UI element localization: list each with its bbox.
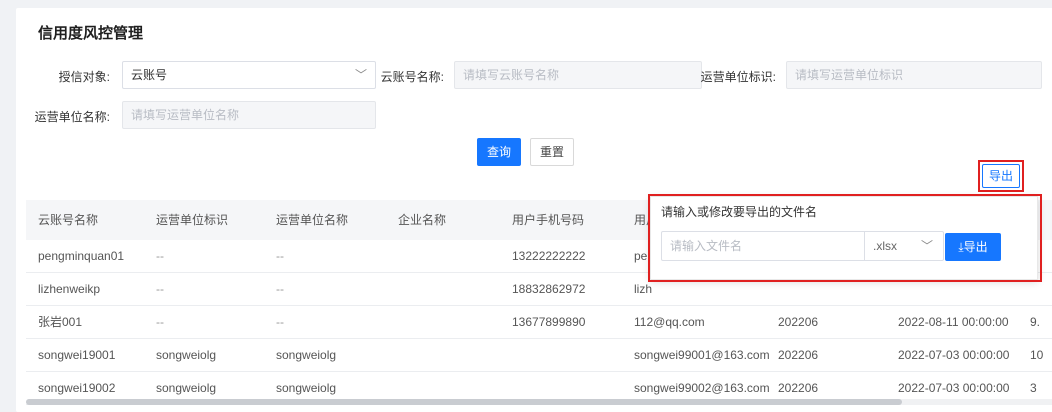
table-row[interactable]: 张岩001 -- -- 13677899890 112@qq.com 20220…	[26, 306, 1052, 339]
cell-account-name: 张岩001	[38, 315, 83, 329]
cell-unit-name: songweiolg	[276, 348, 337, 362]
cell-email: pe	[634, 249, 648, 263]
cell-phone: 13677899890	[512, 315, 586, 329]
cell-unit-id: --	[156, 249, 164, 263]
cell-unit-name: --	[276, 282, 284, 296]
col-company-name: 企业名称	[398, 213, 447, 227]
col-phone: 用户手机号码	[512, 213, 585, 227]
table-row[interactable]: songwei19001 songweiolg songweiolg songw…	[26, 339, 1052, 372]
target-select-value: 云账号	[131, 68, 168, 82]
unit-id-input[interactable]: 请填写运营单位标识	[786, 61, 1042, 89]
cell-period: 202206	[778, 315, 819, 329]
cell-period: 202206	[778, 348, 819, 362]
account-name-label: 云账号名称:	[380, 70, 444, 84]
cell-phone: 13222222222	[512, 249, 586, 263]
col-account-name: 云账号名称	[38, 213, 99, 227]
unit-name-label: 运营单位名称:	[34, 110, 110, 124]
cell-email: songwei99001@163.com	[634, 348, 770, 362]
col-unit-name: 运营单位名称	[276, 213, 349, 227]
target-label: 授信对象:	[58, 70, 110, 84]
query-button[interactable]: 查询	[477, 138, 521, 166]
col-unit-id: 运营单位标识	[156, 213, 229, 227]
chevron-down-icon: ﹀	[354, 68, 367, 82]
cell-account-name: lizhenweikp	[38, 282, 101, 296]
unit-id-label: 运营单位标识:	[700, 70, 776, 84]
cell-email: 112@qq.com	[634, 315, 705, 329]
cell-account-name: songwei19001	[38, 348, 116, 362]
cell-amount: 9.	[1030, 315, 1041, 329]
horizontal-scrollbar[interactable]	[26, 399, 1052, 405]
account-name-input[interactable]: 请填写云账号名称	[454, 61, 702, 89]
cell-unit-id: --	[156, 282, 164, 296]
cell-unit-id: songweiolg	[156, 348, 217, 362]
scrollbar-thumb[interactable]	[26, 399, 902, 405]
cell-unit-name: --	[276, 315, 284, 329]
export-popover-highlight	[648, 194, 1042, 282]
page-title: 信用度风控管理	[38, 25, 144, 42]
export-button-highlight	[978, 160, 1024, 192]
cell-account-name: pengminquan01	[38, 249, 125, 263]
unit-name-input[interactable]: 请填写运营单位名称	[122, 101, 376, 129]
cell-phone: 18832862972	[512, 282, 586, 296]
cell-date: 2022-08-11 00:00:00	[898, 315, 1009, 329]
cell-unit-name: --	[276, 249, 284, 263]
reset-button[interactable]: 重置	[530, 138, 574, 166]
cell-amount: 10	[1030, 348, 1044, 362]
cell-date: 2022-07-03 00:00:00	[898, 348, 1010, 362]
cell-unit-id: --	[156, 315, 164, 329]
target-select[interactable]: 云账号 ﹀	[122, 61, 376, 89]
